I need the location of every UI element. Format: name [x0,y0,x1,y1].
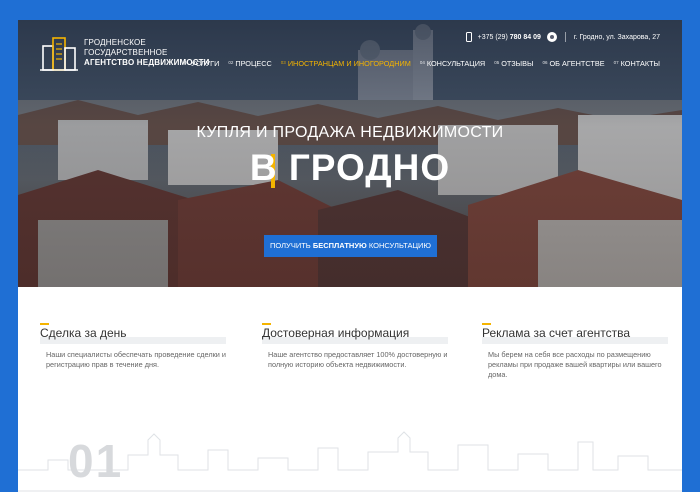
title-accent-tick [262,323,271,325]
feature-title-text: Сделка за день [40,326,127,340]
feature-deal-in-day: Сделка за день Наши специалисты обеспеча… [40,323,230,370]
nav-label: КОНСУЛЬТАЦИЯ [426,59,486,68]
brand-line-2: ГОСУДАРСТВЕННОЕ [84,48,168,57]
title-accent-tick [482,323,491,325]
feature-title: Сделка за день [40,323,230,340]
nav-label: ОТЗЫВЫ [501,59,534,68]
address-text: г. Гродно, ул. Захарова, 27 [573,33,660,41]
nav-item-foreigners[interactable]: 03 ИНОСТРАНЦАМ И ИНОГОРОДНИМ [281,59,411,68]
title-accent-tick [40,323,49,325]
nav-label: ОБ АГЕНТСТВЕ [549,59,605,68]
feature-reliable-info: Достоверная информация Наше агентство пр… [262,323,452,370]
feature-agency-ads: Реклама за счет агентства Мы берем на се… [482,323,672,380]
nav-item-services[interactable]: 01 УСЛУГИ [184,59,219,68]
feature-title-text: Достоверная информация [262,326,410,340]
nav-num: 07 [613,60,619,65]
hero-section: ГРОДНЕНСКОЕ ГОСУДАРСТВЕННОЕ АГЕНТСТВО НЕ… [18,20,682,287]
nav-label: УСЛУГИ [191,59,220,68]
feature-text: Мы берем на себя все расходы по размещен… [488,350,662,379]
viber-icon[interactable] [546,32,557,42]
section-number: 01 [68,435,124,487]
nav-item-about[interactable]: 06 ОБ АГЕНТСТВЕ [542,59,604,68]
phone-icon [465,32,472,42]
contact-divider [564,32,566,42]
building-logo-icon [40,37,78,71]
contact-bar: +375 (29) 780 84 09 г. Гродно, ул. Захар… [465,32,660,42]
nav-item-reviews[interactable]: 05 ОТЗЫВЫ [494,59,533,68]
cta-text-2: БЕСПЛАТНУЮ [312,241,367,250]
cta-text-1: ПОЛУЧИТЬ [270,241,311,250]
phone-digits: 780 84 09 [509,33,541,41]
feature-text: Наше агентство предоставляет 100% достов… [268,350,448,369]
nav-num: 04 [419,60,425,65]
nav-num: 02 [228,60,234,65]
nav-num: 01 [184,60,190,65]
free-consultation-button[interactable]: ПОЛУЧИТЬ БЕСПЛАТНУЮ КОНСУЛЬТАЦИЮ [264,235,437,257]
nav-label: ИНОСТРАНЦАМ И ИНОГОРОДНИМ [287,59,411,68]
main-nav: 01 УСЛУГИ 02 ПРОЦЕСС 03 ИНОСТРАНЦАМ И ИНОГО… [175,59,660,68]
nav-label: КОНТАКТЫ [620,59,660,68]
nav-item-contacts[interactable]: 07 КОНТАКТЫ [614,59,660,68]
nav-num: 03 [280,60,286,65]
feature-title-text: Реклама за счет агентства [482,326,631,340]
feature-title: Реклама за счет агентства [482,323,672,340]
nav-item-process[interactable]: 02 ПРОЦЕСС [228,59,271,68]
hero-title: В ГРОДНО [249,147,451,188]
feature-text: Наши специалисты обеспечать проведение с… [46,350,226,369]
page-frame: ГРОДНЕНСКОЕ ГОСУДАРСТВЕННОЕ АГЕНТСТВО НЕ… [18,20,682,492]
nav-item-consultation[interactable]: 04 КОНСУЛЬТАЦИЯ [420,59,485,68]
brand-line-1: ГРОДНЕНСКОЕ [84,38,146,47]
feature-title: Достоверная информация [262,323,452,340]
hero-subtitle: КУПЛЯ И ПРОДАЖА НЕДВИЖИМОСТИ [196,124,504,141]
nav-num: 06 [542,60,548,65]
phone-number[interactable]: +375 (29) 780 84 09 [478,34,541,41]
phone-prefix: +375 (29) [477,33,508,41]
nav-label: ПРОЦЕСС [235,59,272,68]
nav-num: 05 [494,60,500,65]
cta-text-3: КОНСУЛЬТАЦИЮ [368,241,431,250]
